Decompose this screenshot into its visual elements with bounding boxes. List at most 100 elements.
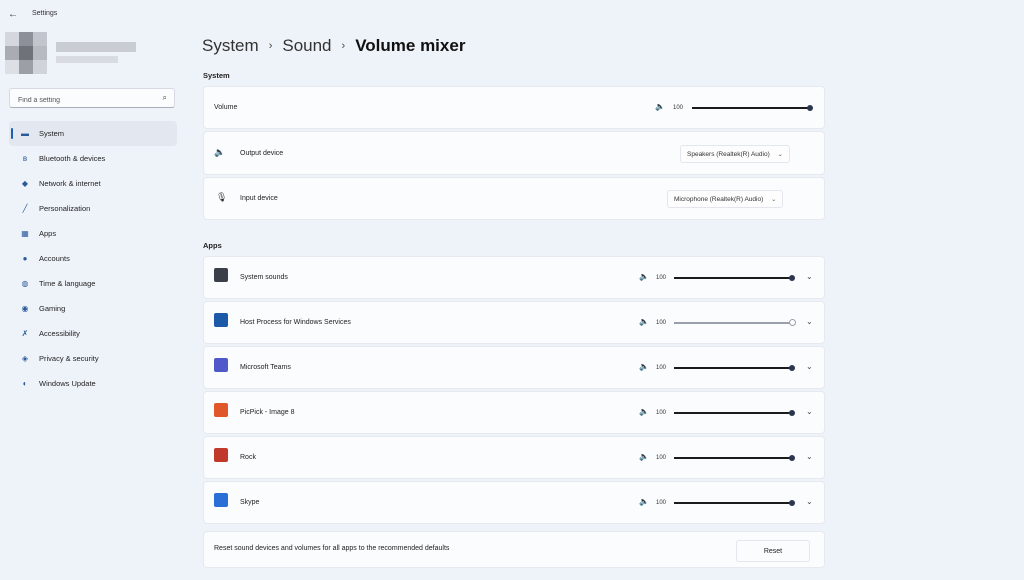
volume-value: 100	[673, 105, 684, 111]
sidebar-nav: ▬ System ʙ Bluetooth & devices ◆ Network & in…	[9, 121, 177, 396]
sidebar-item-label: Gaming	[39, 304, 66, 313]
profile-email-blurred	[56, 56, 118, 63]
wifi-icon: ◆	[21, 179, 29, 188]
sidebar-item-label: Network & internet	[39, 179, 101, 188]
page-title: Volume mixer	[355, 36, 466, 55]
breadcrumb-system[interactable]: System	[202, 36, 259, 56]
reset-description: Reset sound devices and volumes for all …	[214, 545, 450, 552]
app-volume-value: 100	[656, 365, 667, 371]
sidebar-item-windows-update[interactable]: ◐ Windows Update	[9, 371, 177, 396]
app-volume-slider[interactable]	[674, 500, 795, 506]
sidebar-item-privacy-security[interactable]: ◈ Privacy & security	[9, 346, 177, 371]
chevron-down-icon[interactable]: ⌄	[806, 317, 813, 326]
speaker-icon: 🔈	[214, 147, 226, 157]
input-device-dropdown[interactable]: Microphone (Realtek(R) Audio) ⌄	[667, 190, 784, 208]
search-icon[interactable]: ⌕	[163, 93, 167, 103]
sidebar-item-accounts[interactable]: ● Accounts	[9, 246, 177, 271]
app-volume-slider[interactable]	[674, 275, 795, 281]
chevron-down-icon[interactable]: ⌄	[806, 497, 813, 506]
sidebar-item-apps[interactable]: ▦ Apps	[9, 221, 177, 246]
sidebar-item-label: Personalization	[39, 204, 91, 213]
speaker-device-icon	[214, 268, 228, 282]
breadcrumb: System › Sound › Volume mixer	[202, 36, 465, 56]
speaker-icon[interactable]: 🔈	[639, 497, 649, 506]
slider-thumb[interactable]	[789, 319, 796, 326]
input-device-label: Input device	[240, 195, 278, 202]
app-volume-slider[interactable]	[674, 410, 795, 416]
chevron-down-icon[interactable]: ⌄	[806, 272, 813, 281]
sidebar-item-label: Bluetooth & devices	[39, 154, 106, 163]
output-device-value: Speakers (Realtek(R) Audio)	[687, 150, 770, 158]
chevron-down-icon: ⌄	[771, 196, 777, 203]
sidebar-item-accessibility[interactable]: ✗ Accessibility	[9, 321, 177, 346]
volume-slider[interactable]	[692, 105, 813, 111]
section-heading-apps: Apps	[203, 241, 222, 250]
sidebar-item-network-internet[interactable]: ◆ Network & internet	[9, 171, 177, 196]
sidebar-item-personalization[interactable]: ╱ Personalization	[9, 196, 177, 221]
sidebar-item-gaming[interactable]: ◉ Gaming	[9, 296, 177, 321]
slider-thumb[interactable]	[789, 365, 795, 371]
sidebar-item-label: System	[39, 129, 65, 138]
app-volume-value: 100	[656, 500, 667, 506]
selection-indicator	[11, 128, 13, 139]
slider-thumb[interactable]	[789, 455, 795, 461]
app-volume-row: Host Process for Windows Services 🔈 100 ⌄	[203, 301, 825, 344]
app-volume-slider[interactable]	[674, 455, 795, 461]
breadcrumb-sound[interactable]: Sound	[282, 36, 331, 56]
output-device-card: 🔈 Output device Speakers (Realtek(R) Aud…	[203, 131, 825, 175]
sidebar-item-bluetooth-devices[interactable]: ʙ Bluetooth & devices	[9, 146, 177, 171]
teams-icon	[214, 358, 228, 372]
speaker-icon[interactable]: 🔈	[639, 362, 649, 371]
chevron-down-icon[interactable]: ⌄	[806, 407, 813, 416]
breadcrumb-separator-icon: ›	[341, 40, 346, 52]
back-arrow-icon[interactable]: ←	[8, 9, 18, 20]
window-title: Settings	[32, 10, 58, 17]
sidebar-item-system[interactable]: ▬ System	[9, 121, 177, 146]
shield-icon: ◈	[21, 354, 29, 363]
output-device-dropdown[interactable]: Speakers (Realtek(R) Audio) ⌄	[680, 145, 790, 163]
app-volume-value: 100	[656, 455, 667, 461]
globe-icon: ◍	[21, 279, 29, 288]
person-icon: ●	[22, 254, 28, 263]
speaker-icon[interactable]: 🔈	[639, 317, 649, 326]
speaker-icon[interactable]: 🔈	[639, 272, 649, 281]
sidebar-item-time-language[interactable]: ◍ Time & language	[9, 271, 177, 296]
slider-thumb[interactable]	[789, 275, 795, 281]
accessibility-icon: ✗	[21, 329, 29, 338]
app-volume-slider[interactable]	[674, 365, 795, 371]
profile-name-blurred	[56, 42, 136, 52]
volume-card: Volume 🔈 100	[203, 86, 825, 129]
window-app-icon	[214, 313, 228, 327]
input-device-value: Microphone (Realtek(R) Audio)	[674, 195, 764, 203]
speaker-icon[interactable]: 🔈	[655, 102, 665, 111]
speaker-icon[interactable]: 🔈	[639, 407, 649, 416]
gamepad-icon: ◉	[21, 304, 29, 313]
app-volume-row: Rock 🔈 100 ⌄	[203, 436, 825, 479]
input-device-card: 🎙 Input device Microphone (Realtek(R) Au…	[203, 177, 825, 220]
output-device-label: Output device	[240, 150, 284, 157]
bluetooth-icon: ʙ	[22, 154, 28, 163]
microphone-icon: 🎙	[216, 192, 228, 202]
chevron-down-icon[interactable]: ⌄	[806, 452, 813, 461]
sidebar-item-label: Accessibility	[39, 329, 80, 338]
app-name: Host Process for Windows Services	[240, 319, 351, 326]
search-input[interactable]	[10, 91, 158, 110]
avatar	[5, 32, 47, 74]
reset-card: Reset sound devices and volumes for all …	[203, 531, 825, 568]
app-volume-value: 100	[656, 320, 667, 326]
app-volume-row: Microsoft Teams 🔈 100 ⌄	[203, 346, 825, 389]
chevron-down-icon: ⌄	[777, 151, 783, 158]
speaker-icon[interactable]: 🔈	[639, 452, 649, 461]
breadcrumb-separator-icon: ›	[268, 40, 273, 52]
chevron-down-icon[interactable]: ⌄	[806, 362, 813, 371]
slider-thumb[interactable]	[807, 105, 813, 111]
app-volume-row: PicPick - Image 8 🔈 100 ⌄	[203, 391, 825, 434]
slider-thumb[interactable]	[789, 500, 795, 506]
app-name: Skype	[240, 499, 260, 506]
pen-icon: ╱	[22, 204, 28, 213]
slider-thumb[interactable]	[789, 410, 795, 416]
sidebar-item-label: Accounts	[39, 254, 70, 263]
app-volume-slider[interactable]	[674, 319, 796, 326]
search-box[interactable]: ⌕	[9, 88, 175, 110]
reset-button[interactable]: Reset	[736, 540, 810, 562]
